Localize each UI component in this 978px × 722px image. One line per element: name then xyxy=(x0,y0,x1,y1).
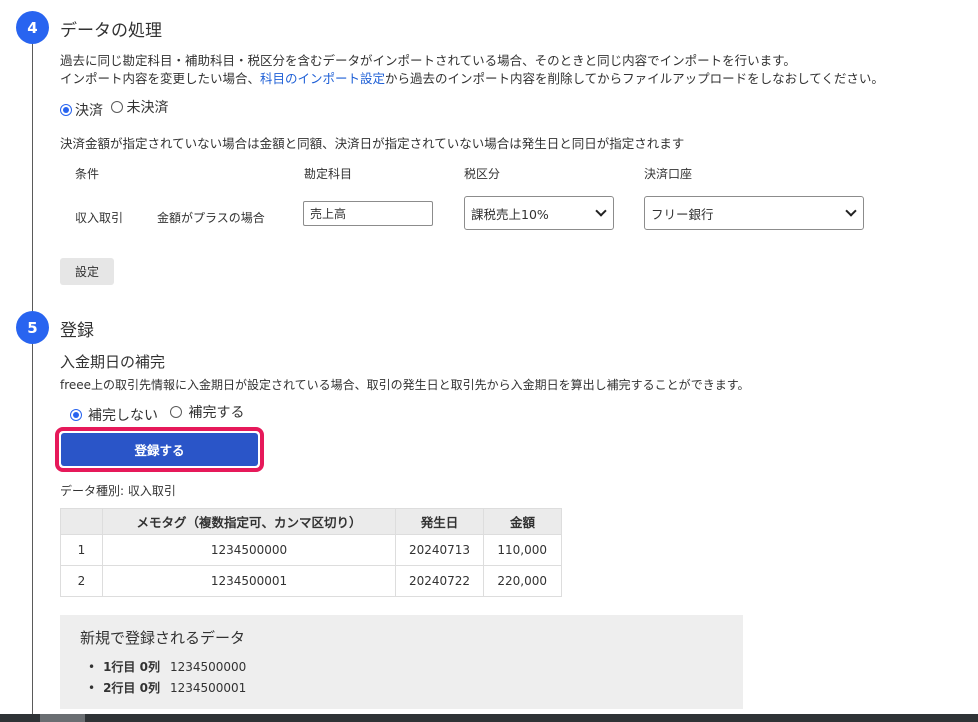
new-data-title: 新規で登録されるデータ xyxy=(80,629,246,647)
settlement-note: 決済金額が指定されていない場合は金額と同額、決済日が指定されていない場合は発生日… xyxy=(60,136,685,151)
payment-due-subtitle: 入金期日の補完 xyxy=(60,353,166,371)
step-5-title: 登録 xyxy=(60,321,94,341)
chevron-down-icon xyxy=(845,205,857,217)
settlement-radio-group: 決済 未決済 xyxy=(60,97,168,120)
complement-radio-group: 補完しない 補完する xyxy=(70,402,244,425)
row-condition: 金額がプラスの場合 xyxy=(157,211,265,225)
list-item: 2行目 0列 1234500001 xyxy=(88,678,246,699)
table-row: 2 1234500001 20240722 220,000 xyxy=(60,565,562,597)
chevron-down-icon xyxy=(595,205,607,217)
list-item-value: 1234500000 xyxy=(169,660,247,674)
list-item: 1行目 0列 1234500000 xyxy=(88,657,246,678)
radio-settled-label: 決済 xyxy=(75,103,103,119)
payment-due-description: freee上の取引先情報に入金期日が設定されている場合、取引の発生日と取引先から… xyxy=(60,378,750,392)
header-condition: 条件 xyxy=(75,167,100,181)
step-4-badge: 4 xyxy=(16,11,49,44)
radio-unsettled-dot[interactable] xyxy=(111,101,124,113)
table-row: 1 1234500000 20240713 110,000 xyxy=(60,534,562,566)
table-cell-date: 20240722 xyxy=(395,565,484,597)
settlement-account-select[interactable]: フリー銀行 xyxy=(644,196,864,230)
radio-no-complement-dot[interactable] xyxy=(70,409,82,421)
table-cell-index: 1 xyxy=(60,534,103,566)
list-item-label: 1行目 0列 xyxy=(103,660,160,674)
table-cell-index: 2 xyxy=(60,565,103,597)
radio-settled[interactable]: 決済 xyxy=(60,100,103,120)
header-settlement: 決済口座 xyxy=(644,167,693,181)
scrollbar-thumb[interactable] xyxy=(40,714,85,722)
new-data-panel: 新規で登録されるデータ 1行目 0列 1234500000 2行目 0列 12345… xyxy=(60,615,743,709)
radio-settled-dot[interactable] xyxy=(60,104,72,116)
description-text: インポート内容を変更したい場合、 xyxy=(60,71,261,86)
tax-select-value: 課税売上10% xyxy=(471,206,549,222)
radio-no-complement-label: 補完しない xyxy=(88,408,158,424)
account-import-settings-link[interactable]: 科目のインポート設定 xyxy=(260,71,385,86)
data-type-label: データ種別: 収入取引 xyxy=(60,484,176,498)
step-4-description-line2: インポート内容を変更したい場合、科目のインポート設定から過去のインポート内容を削… xyxy=(60,70,884,88)
account-input[interactable]: 売上高 xyxy=(303,201,433,226)
table-header-row: メモタグ（複数指定可、カンマ区切り） 発生日 金額 xyxy=(60,508,562,535)
new-data-list: 1行目 0列 1234500000 2行目 0列 1234500001 xyxy=(88,657,246,699)
radio-complement[interactable]: 補完する xyxy=(170,402,244,422)
header-tax: 税区分 xyxy=(464,167,501,181)
radio-unsettled-label: 未決済 xyxy=(126,100,169,116)
header-account: 勘定科目 xyxy=(304,167,353,181)
step-4-title: データの処理 xyxy=(60,21,162,41)
table-header-memo-tag: メモタグ（複数指定可、カンマ区切り） xyxy=(102,508,396,535)
table-header-date: 発生日 xyxy=(395,508,484,535)
row-type: 収入取引 xyxy=(75,211,124,225)
description-text: から過去のインポート内容を削除してからファイルアップロードをしなおしてください。 xyxy=(385,71,884,86)
table-header-amount: 金額 xyxy=(483,508,562,535)
table-cell-amount: 110,000 xyxy=(483,534,562,566)
step-4-description-line1: 過去に同じ勘定科目・補助科目・税区分を含むデータがインポートされている場合、その… xyxy=(60,53,796,68)
table-cell-date: 20240713 xyxy=(395,534,484,566)
table-cell-memo-tag: 1234500000 xyxy=(102,534,396,566)
radio-complement-label: 補完する xyxy=(188,405,245,421)
account-input-value: 売上高 xyxy=(310,207,347,221)
radio-complement-dot[interactable] xyxy=(170,406,183,418)
register-button[interactable]: 登録する xyxy=(61,433,258,466)
horizontal-scrollbar[interactable] xyxy=(0,714,978,722)
list-item-value: 1234500001 xyxy=(169,681,247,695)
settlement-select-value: フリー銀行 xyxy=(651,206,714,222)
table-cell-memo-tag: 1234500001 xyxy=(102,565,396,597)
step-5-badge: 5 xyxy=(16,311,49,344)
table-header-index xyxy=(60,508,103,535)
preview-table: メモタグ（複数指定可、カンマ区切り） 発生日 金額 1 1234500000 2… xyxy=(60,508,562,597)
radio-no-complement[interactable]: 補完しない xyxy=(70,405,158,425)
table-cell-amount: 220,000 xyxy=(483,565,562,597)
list-item-label: 2行目 0列 xyxy=(103,681,160,695)
step-timeline-line xyxy=(32,40,33,714)
setting-button[interactable]: 設定 xyxy=(60,258,114,285)
tax-select[interactable]: 課税売上10% xyxy=(464,196,614,230)
radio-unsettled[interactable]: 未決済 xyxy=(111,97,168,117)
